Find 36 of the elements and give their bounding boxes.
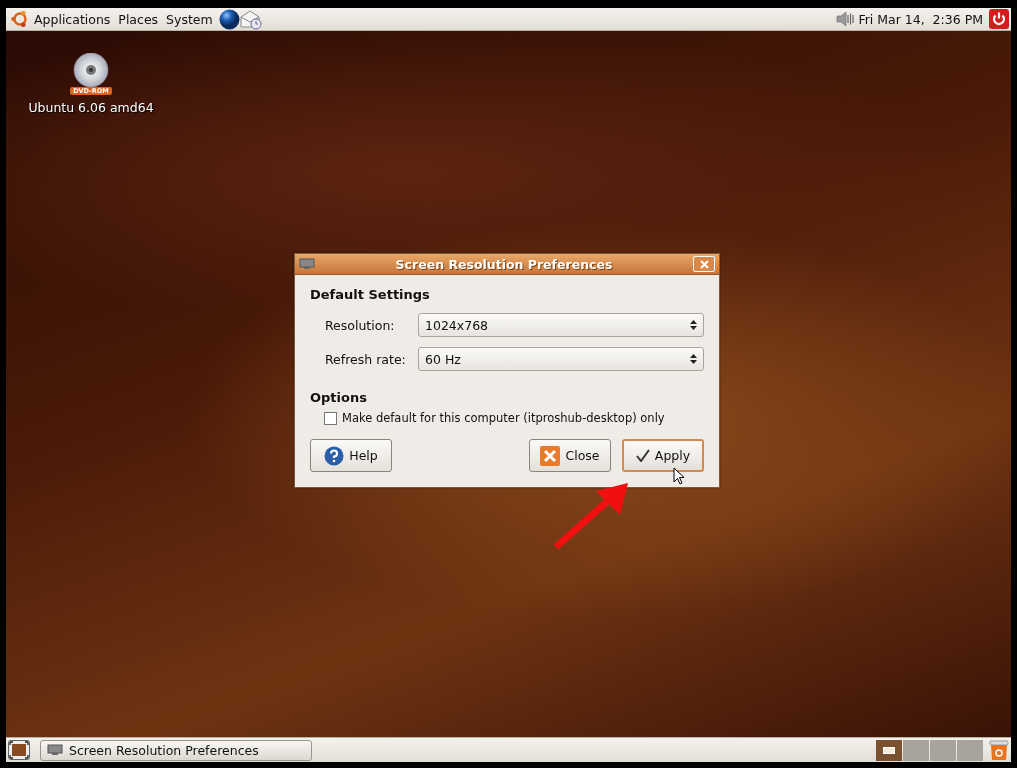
dropdown[interactable]: 60 Hz xyxy=(418,347,704,371)
close-icon xyxy=(699,259,709,269)
show-desktop-icon[interactable] xyxy=(8,740,30,760)
panel-menu[interactable]: Places xyxy=(114,9,163,29)
workspace-button[interactable] xyxy=(876,739,902,761)
section-heading: Default Settings xyxy=(310,287,431,302)
close-button[interactable]: Close xyxy=(529,439,611,472)
field-label: Refresh rate: xyxy=(325,351,407,367)
question-mark-icon xyxy=(324,445,345,466)
panel-menu[interactable]: System xyxy=(162,9,217,29)
dropdown[interactable]: 1024x768 xyxy=(418,313,704,337)
window-title: Screen Resolution Preferences xyxy=(394,256,614,272)
checkmark-icon xyxy=(635,449,650,462)
cross-icon xyxy=(540,445,561,466)
checkbox[interactable] xyxy=(324,411,337,425)
spinner-arrows-icon xyxy=(690,353,697,365)
close-button[interactable] xyxy=(693,256,715,272)
panel-menu[interactable]: Applications xyxy=(30,9,115,29)
apply-button[interactable]: Apply xyxy=(622,439,704,472)
mouse-cursor-icon xyxy=(673,467,685,485)
clock[interactable]: Fri Mar 14, 2:36 PM xyxy=(858,11,983,27)
checkbox-label[interactable]: Make default for this computer (itproshub-desktop) only xyxy=(342,411,665,425)
trash-icon[interactable] xyxy=(989,739,1009,761)
spinner-arrows-icon xyxy=(690,319,697,331)
taskbar-button[interactable]: Screen Resolution Preferences xyxy=(40,739,312,761)
help-button[interactable]: Help xyxy=(310,439,392,472)
speaker-icon[interactable] xyxy=(836,12,855,26)
monitor-icon xyxy=(299,258,315,270)
globe-icon[interactable] xyxy=(218,8,240,30)
window-icon xyxy=(883,746,895,754)
section-heading: Options xyxy=(310,390,368,405)
ubuntu-logo-icon[interactable] xyxy=(10,9,30,29)
field-label: Resolution: xyxy=(325,317,396,333)
power-icon[interactable] xyxy=(989,9,1009,29)
monitor-icon xyxy=(47,744,63,756)
desktop-icon-label[interactable]: Ubuntu 6.06 amd64 xyxy=(28,100,154,115)
